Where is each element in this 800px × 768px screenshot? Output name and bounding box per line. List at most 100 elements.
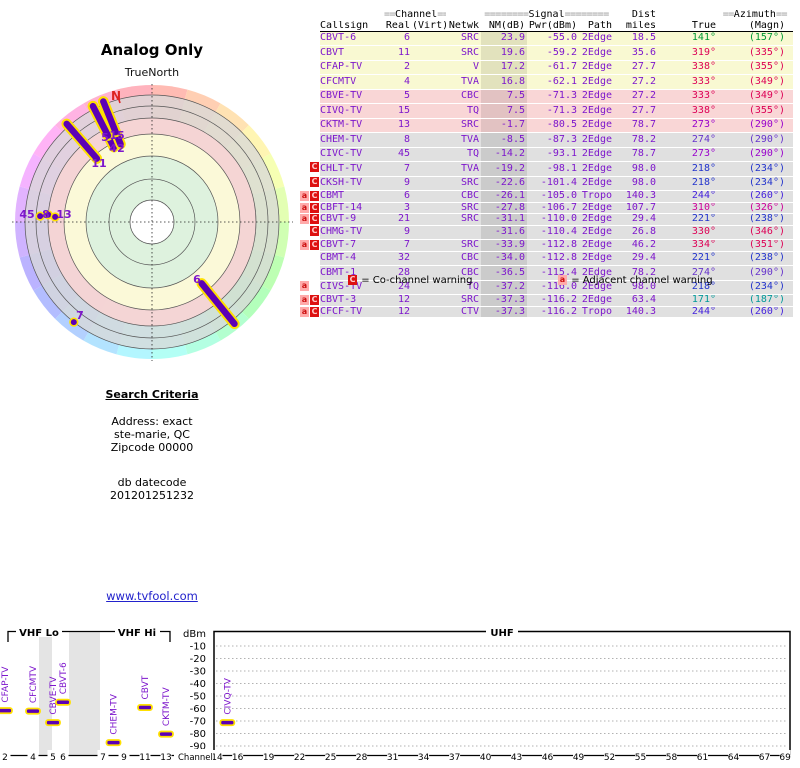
tvfool-link[interactable]: www.tvfool.com <box>106 589 198 603</box>
cell-true-az: 221° <box>670 251 718 266</box>
dbm-tick-label: -20 <box>190 654 206 665</box>
table-row: CFCMTV 4 TVA 16.8 -62.1 2Edge 27.2 333° (349°) <box>300 74 793 90</box>
co-channel-warning-icon: C <box>310 191 319 201</box>
cell-netwk: TQ <box>446 147 481 162</box>
cell-virt <box>412 190 446 203</box>
cell-callsign: CFCF-TV <box>320 306 384 318</box>
cell-virt <box>412 225 446 240</box>
cell-real: 7 <box>384 239 412 252</box>
channel-tick-label: 19 <box>263 753 275 763</box>
cell-virt <box>412 60 446 75</box>
cell-virt <box>412 74 446 90</box>
cell-nm: -33.9 <box>481 239 527 252</box>
cell-true-az: 333° <box>670 89 718 104</box>
cell-true-az: 244° <box>670 306 718 318</box>
cell-path: 2Edge <box>579 103 614 119</box>
warning-markers <box>300 118 320 133</box>
cell-netwk: CBC <box>446 89 481 104</box>
cell-path: 2Edge <box>579 213 614 226</box>
cell-magn-az: (234°) <box>718 176 793 191</box>
adjacent-channel-warning-icon: a <box>300 295 309 305</box>
warning-markers: aC <box>300 239 320 252</box>
cell-path: 2Edge <box>579 161 614 177</box>
spectrum-bar-label: CHEM-TV <box>110 693 120 734</box>
table-row: CBVE-TV 5 CBC 7.5 -71.3 2Edge 27.2 333° (349°) <box>300 89 793 104</box>
adjacent-channel-warning-icon: a <box>300 191 309 201</box>
cell-real: 32 <box>384 251 412 266</box>
cell-magn-az: (349°) <box>718 89 793 104</box>
cell-magn-az: (260°) <box>718 190 793 203</box>
signal-group-header: ========Signal======== <box>484 10 609 20</box>
cell-path: 2Edge <box>579 147 614 162</box>
cell-virt <box>412 161 446 177</box>
cell-miles: 27.7 <box>614 103 670 119</box>
table-row: a C CBVT-3 12 SRC -37.3 -116.2 2Edge 63.4 171° (18… <box>300 294 793 307</box>
channel-tick-label: 5 <box>50 753 56 763</box>
cell-virt <box>412 202 446 214</box>
table-row: a C CBMT 6 CBC -26.1 -105.0 Tropo 140.3 244° (260°… <box>300 190 793 203</box>
table-group-header-row: ==Channel== ========Signal======== Dist … <box>300 10 793 21</box>
cell-pwr: -71.3 <box>527 89 579 104</box>
cell-real: 4 <box>384 74 412 90</box>
cell-nm: 16.8 <box>481 74 527 90</box>
channel-group-header: ==Channel== <box>384 10 446 20</box>
cell-virt <box>412 239 446 252</box>
cell-nm: -22.6 <box>481 176 527 191</box>
tvfool-report: N 6 11 4 2 5 15 45 8 13 7 Analog Only TrueNorth ==… <box>0 0 800 768</box>
cell-pwr: -55.0 <box>527 31 579 46</box>
cell-netwk: TVA <box>446 161 481 177</box>
channel-tick-label: 13 <box>160 753 171 763</box>
dbm-tick-label: -60 <box>190 704 206 715</box>
cell-virt <box>412 103 446 119</box>
cell-nm: -34.0 <box>481 251 527 266</box>
spectrum-bar-label: CBVT <box>141 675 151 699</box>
legend: C = Co-channel warning a = Adjacent chan… <box>300 275 794 289</box>
cell-pwr: -112.8 <box>527 239 579 252</box>
cell-real: 6 <box>384 190 412 203</box>
cell-nm: 7.5 <box>481 103 527 119</box>
warning-markers: C <box>300 225 320 240</box>
cell-true-az: 141° <box>670 31 718 46</box>
cell-netwk: CBC <box>446 190 481 203</box>
cell-path: 2Edge <box>579 60 614 75</box>
cell-nm: 17.2 <box>481 60 527 75</box>
cell-true-az: 310° <box>670 202 718 214</box>
spectrum-bar-label: CBVE-TV <box>49 676 59 715</box>
table-row: CHEM-TV 8 TVA -8.5 -87.3 2Edge 78.2 274° (290°) <box>300 132 793 148</box>
cell-true-az: 273° <box>670 147 718 162</box>
cell-miles: 140.3 <box>614 306 670 318</box>
channel-tick-label: 4 <box>30 753 36 763</box>
co-channel-warning-icon: C <box>310 202 319 213</box>
channel-tick-label: 61 <box>697 753 708 763</box>
signal-table: ==Channel== ========Signal======== Dist … <box>300 10 793 318</box>
cell-real: 45 <box>384 147 412 162</box>
channel-tick-label: 14 <box>211 753 223 763</box>
cell-real: 15 <box>384 103 412 119</box>
cell-magn-az: (234°) <box>718 161 793 177</box>
cell-true-az: 333° <box>670 74 718 90</box>
warning-markers: C <box>300 161 320 177</box>
cell-virt <box>412 213 446 226</box>
channel-tick-label: 6 <box>60 753 66 763</box>
cell-netwk: TQ <box>446 103 481 119</box>
cell-nm: -8.5 <box>481 132 527 148</box>
warning-markers <box>300 31 320 46</box>
cell-magn-az: (349°) <box>718 74 793 90</box>
table-row: a C CFCF-TV 12 CTV -37.3 -116.2 Tropo 140.3 244°(… <box>300 306 793 318</box>
cell-callsign: CBVE-TV <box>320 89 384 104</box>
cell-miles: 140.3 <box>614 190 670 203</box>
cell-pwr: -116.2 <box>527 294 579 307</box>
cell-virt <box>412 45 446 61</box>
cell-real: 21 <box>384 213 412 226</box>
cell-netwk <box>446 225 481 240</box>
co-channel-legend: C = Co-channel warning <box>348 275 473 286</box>
cell-real: 13 <box>384 118 412 133</box>
spectrum-bar-CFAP-TV <box>0 707 13 715</box>
cell-netwk: SRC <box>446 294 481 307</box>
cell-callsign: CHLT-TV <box>320 161 384 177</box>
table-row: CBVT-6 6 SRC 23.9 -55.0 2Edge 18.5 141° (157°) <box>300 31 793 46</box>
cell-callsign: CBMT <box>320 190 384 203</box>
radar-title: Analog Only <box>100 41 204 59</box>
dbm-tick-label: -80 <box>190 729 206 740</box>
cell-miles: 63.4 <box>614 294 670 307</box>
